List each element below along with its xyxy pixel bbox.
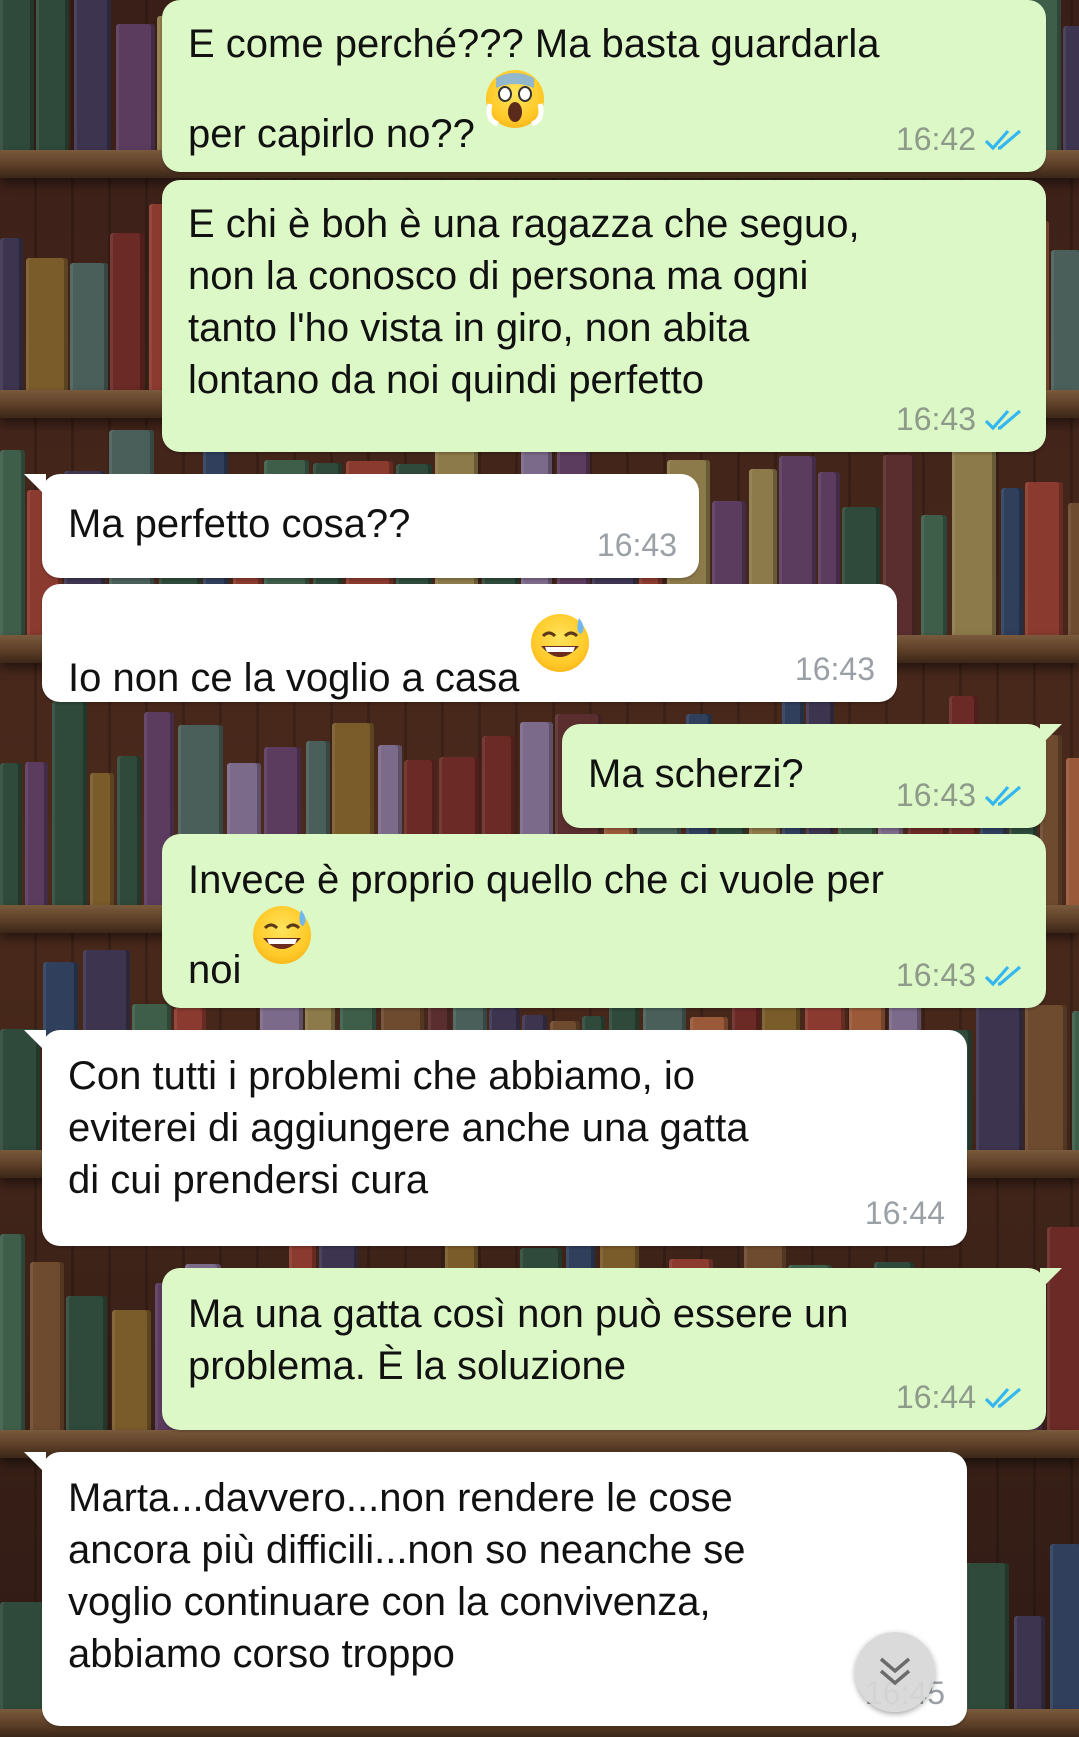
message-meta: 16:43 xyxy=(597,527,677,564)
message-meta: 16:44 xyxy=(865,1195,945,1232)
scream-emoji xyxy=(485,70,544,128)
message-meta: 16:43 xyxy=(896,401,1024,438)
message-text: Ma una gatta così non può essere un prob… xyxy=(188,1292,849,1388)
message-meta: 16:43 xyxy=(896,777,1024,814)
message-time: 16:43 xyxy=(794,651,875,687)
conversation[interactable]: E come perché??? Ma basta guardarla per … xyxy=(0,0,1079,1737)
message-incoming[interactable]: Marta...davvero...non rendere le cose an… xyxy=(24,1452,967,1726)
double-check-icon xyxy=(984,965,1022,986)
scroll-to-bottom-button[interactable] xyxy=(855,1632,935,1712)
message-meta: 16:44 xyxy=(896,1379,1024,1416)
message-outgoing[interactable]: Ma una gatta così non può essere un prob… xyxy=(162,1268,1062,1430)
message-time: 16:44 xyxy=(864,1195,945,1231)
message-incoming[interactable]: Ma perfetto cosa?? 16:43 xyxy=(24,474,699,578)
message-outgoing[interactable]: E chi è boh è una ragazza che seguo, non… xyxy=(162,180,1046,452)
message-text: Ma scherzi? xyxy=(588,752,804,796)
double-check-icon xyxy=(984,785,1022,806)
message-time: 16:43 xyxy=(596,527,677,563)
message-text: Io non ce la voglio a casa xyxy=(68,656,531,700)
message-time: 16:42 xyxy=(895,121,976,157)
double-check-icon xyxy=(984,129,1022,150)
grinning-sweat-emoji xyxy=(530,614,589,672)
message-outgoing[interactable]: Ma scherzi? 16:43 xyxy=(562,724,1062,828)
message-incoming[interactable]: Con tutti i problemi che abbiamo, io evi… xyxy=(24,1030,967,1246)
message-text: Con tutti i problemi che abbiamo, io evi… xyxy=(68,1054,749,1202)
message-outgoing[interactable]: Invece è proprio quello che ci vuole per… xyxy=(162,834,1046,1008)
message-meta: 16:43 xyxy=(896,957,1024,994)
grinning-sweat-emoji xyxy=(252,906,311,964)
double-check-icon xyxy=(984,409,1022,430)
message-meta: 16:43 xyxy=(795,651,875,688)
message-time: 16:43 xyxy=(895,957,976,993)
chevron-down-icon xyxy=(879,1657,911,1686)
message-time: 16:43 xyxy=(895,777,976,813)
message-text: Ma perfetto cosa?? xyxy=(68,502,411,546)
message-meta: 16:42 xyxy=(896,121,1024,158)
message-text: E chi è boh è una ragazza che seguo, non… xyxy=(188,202,860,402)
double-check-icon xyxy=(984,1387,1022,1408)
message-text: Marta...davvero...non rendere le cose an… xyxy=(68,1476,746,1676)
message-outgoing[interactable]: E come perché??? Ma basta guardarla per … xyxy=(162,0,1046,172)
message-time: 16:44 xyxy=(895,1379,976,1415)
message-incoming[interactable]: Io non ce la voglio a casa 16:43 xyxy=(42,584,897,702)
message-time: 16:43 xyxy=(895,401,976,437)
